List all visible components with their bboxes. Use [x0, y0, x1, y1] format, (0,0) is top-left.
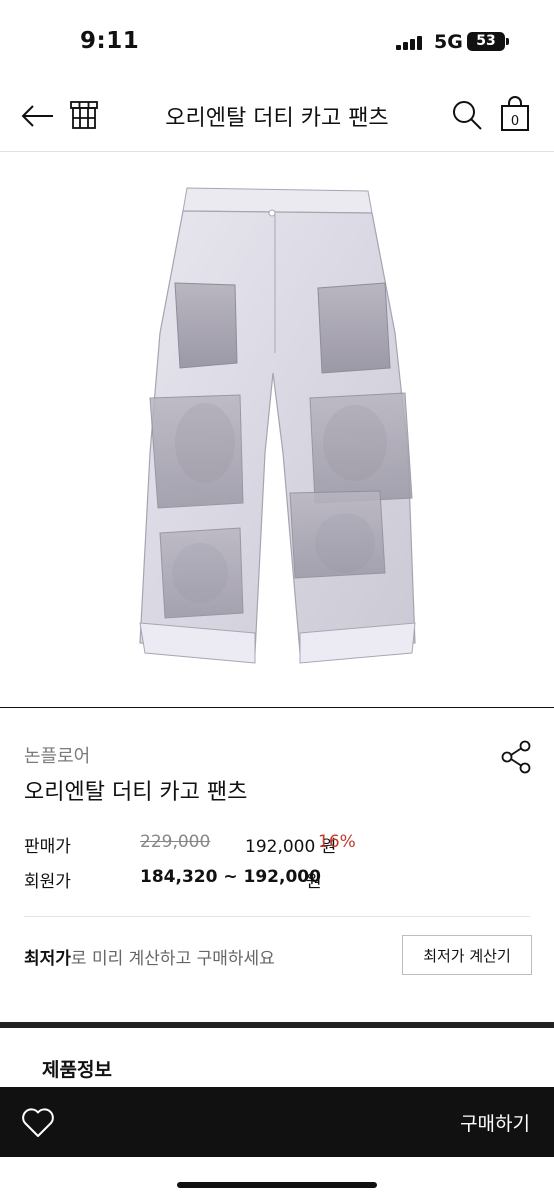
- product-name: 오리엔탈 더티 카고 팬츠: [24, 780, 248, 805]
- store-button[interactable]: [67, 98, 101, 132]
- cart-button[interactable]: 0: [498, 96, 532, 134]
- heart-icon: [22, 1108, 54, 1137]
- status-time: 9:11: [80, 28, 140, 54]
- product-image[interactable]: [0, 153, 554, 708]
- shopping-bag-icon: 0: [501, 96, 529, 131]
- page-title: 오리엔탈 더티 카고 팬츠: [165, 106, 389, 131]
- bottom-action-bar: 구매하기: [0, 1087, 554, 1157]
- lowest-price-calculator-button[interactable]: 최저가 계산기: [402, 935, 532, 975]
- original-price: 229,000: [140, 832, 211, 852]
- cart-count: 0: [511, 114, 519, 129]
- home-indicator: [177, 1182, 377, 1188]
- store-icon: [70, 101, 98, 129]
- battery-icon: 53: [467, 32, 505, 51]
- wishlist-button[interactable]: [20, 1105, 56, 1139]
- lowest-price-emphasis: 최저가: [24, 949, 71, 969]
- member-price: 184,320 ~ 192,000: [140, 867, 321, 887]
- sale-price-label: 판매가: [24, 837, 71, 857]
- app-header: 오리엔탈 더티 카고 팬츠 0: [0, 80, 554, 152]
- lowest-price-text: 로 미리 계산하고 구매하세요: [70, 949, 275, 969]
- share-button[interactable]: [498, 738, 536, 776]
- back-button[interactable]: [20, 98, 56, 134]
- brand-name[interactable]: 논플로어: [24, 742, 90, 768]
- battery-level: 53: [476, 33, 496, 49]
- back-arrow-icon: [21, 105, 53, 127]
- discount-rate: 16%: [318, 832, 356, 852]
- search-icon: [453, 101, 482, 130]
- section-divider: [0, 1022, 554, 1028]
- share-icon: [501, 740, 531, 774]
- lowest-price-notice: 최저가로 미리 계산하고 구매하세요: [24, 944, 275, 969]
- product-info-tab[interactable]: 제품정보: [42, 1055, 112, 1082]
- signal-icon: [396, 36, 426, 50]
- cargo-pants-image: [139, 187, 416, 664]
- network-type: 5G: [434, 31, 463, 53]
- divider: [24, 916, 530, 917]
- status-bar: 9:11 5G 53: [0, 0, 554, 80]
- buy-button[interactable]: 구매하기: [460, 1109, 530, 1136]
- member-price-unit: 원: [306, 872, 322, 892]
- member-price-label: 회원가: [24, 872, 71, 892]
- search-button[interactable]: [450, 98, 484, 132]
- battery-cap: [506, 38, 509, 45]
